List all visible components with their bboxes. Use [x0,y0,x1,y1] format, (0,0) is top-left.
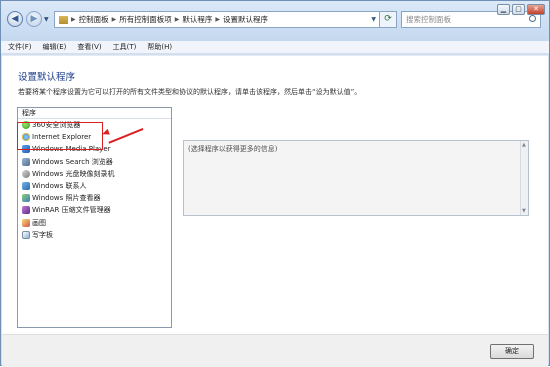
refresh-icon: ⟳ [384,14,392,24]
breadcrumb-separator-icon[interactable]: ▶ [112,16,117,23]
program-info-box: (选择程序以获得更多的信息) ▲ ▼ [183,140,529,216]
minimize-button[interactable]: ▁ [497,4,510,15]
menu-file[interactable]: 文件(F) [8,42,32,52]
breadcrumb-all-items[interactable]: 所有控制面板项 [119,14,172,25]
breadcrumb-control-panel[interactable]: 控制面板 [79,14,109,25]
control-panel-icon [59,15,68,24]
menu-view[interactable]: 查看(V) [77,42,101,52]
menu-tools[interactable]: 工具(T) [113,42,137,52]
address-bar[interactable]: ▶ 控制面板 ▶ 所有控制面板项 ▶ 默认程序 ▶ 设置默认程序 ▼ [54,11,380,28]
footer-bar: 确定 [2,334,548,367]
menu-edit[interactable]: 编辑(E) [43,42,67,52]
maximize-button[interactable]: ▢ [512,4,525,15]
program-item-wordpad[interactable]: 写字板 [18,229,171,241]
window-controls: ▁ ▢ ✕ [497,4,545,15]
program-item-photo-viewer[interactable]: Windows 照片查看器 [18,192,171,204]
info-scrollbar[interactable]: ▲ ▼ [520,141,528,215]
breadcrumb-set-default-programs[interactable]: 设置默认程序 [223,14,268,25]
search-placeholder: 搜索控制面板 [406,15,451,24]
program-item-label: Windows Search 浏览器 [32,157,113,166]
page-description: 若要将某个程序设置为它可以打开的所有文件类型和协议的默认程序，请单击该程序，然后… [18,88,362,96]
breadcrumb-separator-icon[interactable]: ▶ [175,16,180,23]
scroll-down-icon[interactable]: ▼ [522,208,526,214]
program-item-label: Windows 照片查看器 [32,194,101,203]
winrar-icon [22,206,30,215]
disc-burner-icon [22,169,30,178]
scroll-up-icon[interactable]: ▲ [522,142,526,148]
photo-viewer-icon [22,194,30,203]
program-item-disc-burner[interactable]: Windows 光盘映像刻录机 [18,168,171,180]
menu-help[interactable]: 帮助(H) [147,42,172,52]
program-item-label: 写字板 [32,230,53,239]
back-button[interactable]: ◀ [7,11,23,27]
wordpad-icon [22,230,30,239]
ok-button[interactable]: 确定 [490,344,534,359]
program-list-header: 程序 [18,108,171,119]
paint-icon [22,218,30,227]
back-arrow-icon: ◀ [11,14,19,24]
address-dropdown-icon[interactable]: ▼ [371,16,376,23]
program-item-contacts[interactable]: Windows 联系人 [18,180,171,192]
forward-button[interactable]: ▶ [26,11,42,27]
page-title: 设置默认程序 [18,72,76,83]
breadcrumb-separator-icon[interactable]: ▶ [71,16,76,23]
title-bar: ◀ ▶ ▼ ▶ 控制面板 ▶ 所有控制面板项 ▶ 默认程序 ▶ 设置默认程序 ▼… [1,1,549,41]
control-panel-window: ◀ ▶ ▼ ▶ 控制面板 ▶ 所有控制面板项 ▶ 默认程序 ▶ 设置默认程序 ▼… [0,0,550,367]
recent-pages-dropdown-icon[interactable]: ▼ [44,16,49,23]
contacts-icon [22,182,30,191]
breadcrumb-separator-icon[interactable]: ▶ [215,16,220,23]
breadcrumb-default-programs[interactable]: 默认程序 [182,14,212,25]
program-item-windows-search[interactable]: Windows Search 浏览器 [18,156,171,168]
program-item-paint[interactable]: 画图 [18,217,171,229]
close-button[interactable]: ✕ [527,4,545,15]
windows-search-icon [22,157,30,166]
program-item-label: Windows 光盘映像刻录机 [32,169,115,178]
program-info-text: (选择程序以获得更多的信息) [188,145,278,153]
program-item-label: Windows 联系人 [32,182,87,191]
program-item-label: WinRAR 压缩文件管理器 [32,206,111,215]
main-content: 设置默认程序 若要将某个程序设置为它可以打开的所有文件类型和协议的默认程序，请单… [2,55,548,367]
annotation-highlight-box [17,122,103,150]
forward-arrow-icon: ▶ [30,14,38,24]
refresh-button[interactable]: ⟳ [380,11,397,28]
search-icon[interactable] [529,15,536,22]
program-item-label: 画图 [32,218,46,227]
program-item-winrar[interactable]: WinRAR 压缩文件管理器 [18,204,171,216]
menu-bar: 文件(F) 编辑(E) 查看(V) 工具(T) 帮助(H) [1,41,549,54]
